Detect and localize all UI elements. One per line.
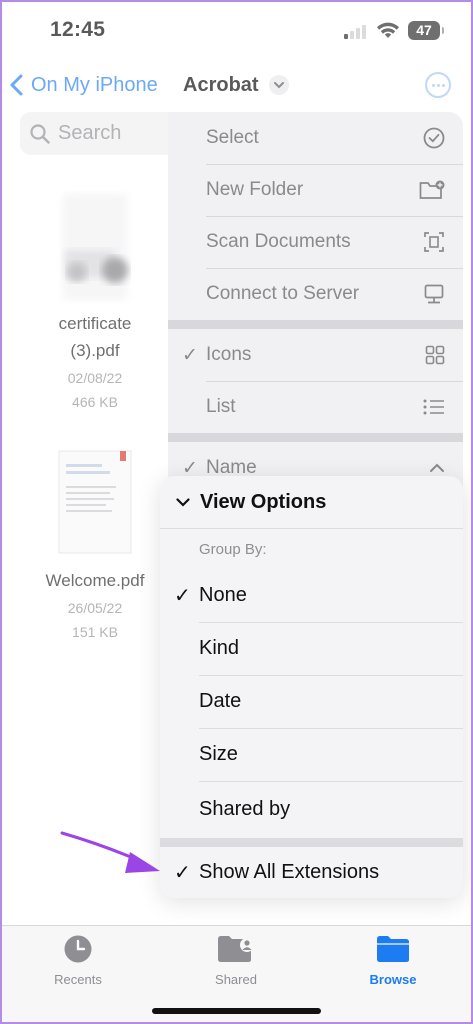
- list-icon: [423, 399, 444, 415]
- menu-item-label: New Folder: [206, 179, 304, 200]
- menu-item-list[interactable]: List: [168, 381, 463, 433]
- checkmark-icon: ✓: [174, 862, 191, 884]
- option-label: Date: [199, 690, 242, 712]
- view-options-submenu: View Options Group By: ✓ None Kind Date …: [160, 476, 463, 898]
- group-option-size[interactable]: Size: [160, 728, 463, 781]
- option-label: Shared by: [199, 798, 291, 820]
- menu-item-select[interactable]: Select: [168, 112, 463, 164]
- option-label: Show All Extensions: [199, 861, 380, 883]
- option-label: None: [199, 584, 247, 606]
- menu-item-label: Scan Documents: [206, 231, 351, 252]
- menu-item-scan-documents[interactable]: Scan Documents: [168, 216, 463, 268]
- checkmark-icon: ✓: [182, 344, 198, 366]
- menu-item-label: Select: [206, 127, 259, 148]
- folder-icon: [377, 936, 409, 962]
- tab-shared[interactable]: Shared: [191, 932, 281, 987]
- tab-label: Recents: [54, 972, 102, 987]
- scan-document-icon: [424, 232, 444, 252]
- option-label: Kind: [199, 637, 240, 659]
- checkmark-circle-icon: [423, 127, 445, 149]
- chevron-up-icon: [430, 463, 444, 472]
- server-display-icon: [424, 284, 444, 304]
- group-option-none[interactable]: ✓ None: [160, 569, 463, 622]
- menu-item-label: Connect to Server: [206, 283, 360, 304]
- annotation-arrow-icon: [60, 831, 160, 873]
- menu-item-label: List: [206, 396, 236, 417]
- tab-label: Shared: [215, 972, 257, 987]
- chevron-down-icon: [176, 497, 190, 507]
- group-by-label: Group By:: [199, 541, 267, 558]
- home-indicator: [152, 1008, 321, 1014]
- new-folder-icon: [419, 180, 445, 199]
- option-label: Size: [199, 743, 238, 765]
- tab-label: Browse: [369, 972, 417, 987]
- menu-item-connect-to-server[interactable]: Connect to Server: [168, 268, 463, 320]
- tab-recents[interactable]: Recents: [33, 932, 123, 987]
- group-option-kind[interactable]: Kind: [160, 622, 463, 675]
- tab-browse[interactable]: Browse: [348, 932, 438, 987]
- clock-icon: [64, 935, 92, 963]
- checkmark-icon: ✓: [174, 585, 191, 607]
- menu-item-label: Icons: [206, 344, 252, 365]
- group-option-shared-by[interactable]: Shared by: [160, 781, 463, 838]
- group-option-date[interactable]: Date: [160, 675, 463, 728]
- menu-item-icons[interactable]: ✓ Icons: [168, 329, 463, 381]
- shared-folder-icon: [218, 936, 254, 962]
- view-options-header[interactable]: View Options: [160, 476, 463, 528]
- view-options-title: View Options: [200, 490, 327, 513]
- menu-item-new-folder[interactable]: New Folder: [168, 164, 463, 216]
- grid-icon: [425, 345, 445, 365]
- show-all-extensions-toggle[interactable]: ✓ Show All Extensions: [160, 847, 463, 898]
